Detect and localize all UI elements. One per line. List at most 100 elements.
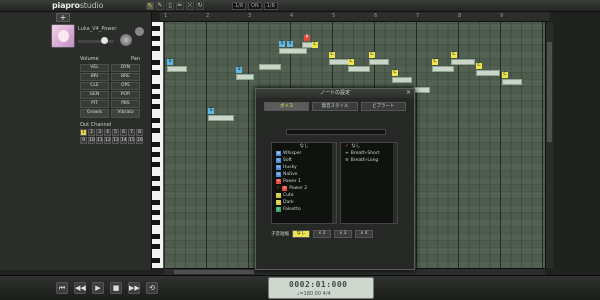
note-block[interactable] xyxy=(348,66,370,72)
midi-channel-button[interactable]: 15 xyxy=(128,137,135,144)
voice-list-item[interactable]: C Cute xyxy=(272,192,336,199)
param-dyn-button[interactable]: DYN xyxy=(111,64,140,72)
black-key[interactable] xyxy=(152,104,160,109)
black-key[interactable] xyxy=(152,60,160,65)
tab-voice[interactable]: ボイス xyxy=(264,102,310,111)
black-key[interactable] xyxy=(152,36,160,41)
breath-listbox[interactable]: ✓ なし ≈ Breath-Short ≋ Breath-Long xyxy=(340,142,398,224)
midi-channel-button[interactable]: 11 xyxy=(96,137,103,144)
measure-ruler[interactable]: 1 2 3 4 5 6 7 8 9 xyxy=(160,12,550,22)
stop-button[interactable]: ■ xyxy=(110,282,122,294)
note-block[interactable] xyxy=(432,66,454,72)
midi-channel-button[interactable]: 10 xyxy=(88,137,95,144)
vibrato-button[interactable]: Vibrato xyxy=(111,109,140,118)
midi-channel-button[interactable]: 13 xyxy=(112,137,119,144)
settings-knob-icon[interactable] xyxy=(135,27,144,36)
fast-forward-button[interactable]: ▶▶ xyxy=(128,282,140,294)
loop-button[interactable]: ⟲ xyxy=(146,282,158,294)
play-button[interactable]: ▶ xyxy=(92,282,104,294)
pencil-tool-button[interactable]: ✎ xyxy=(156,2,164,10)
black-key[interactable] xyxy=(152,128,160,133)
midi-channel-button[interactable]: 1 xyxy=(80,129,87,136)
pan-knob[interactable] xyxy=(120,34,132,46)
select-tool-button[interactable]: ▯ xyxy=(166,2,174,10)
length-select[interactable]: 1/8 xyxy=(263,2,278,10)
voice-list-header[interactable]: なし xyxy=(272,143,336,150)
breath-list-item[interactable]: ≈ Breath-Short xyxy=(341,150,397,157)
redo-tool-button[interactable]: ↻ xyxy=(196,2,204,10)
voice-list-item[interactable]: ✓ P Power 2 xyxy=(272,185,336,192)
param-por-button[interactable]: POR xyxy=(111,91,140,99)
breath-list-item[interactable]: ✓ なし xyxy=(341,143,397,150)
param-gen-button[interactable]: GEN xyxy=(80,91,109,99)
param-vel-button[interactable]: VEL xyxy=(80,64,109,72)
black-key[interactable] xyxy=(152,142,160,147)
singer-avatar[interactable] xyxy=(51,24,75,48)
voice-list-scrollbar[interactable] xyxy=(332,143,336,223)
growls-button[interactable]: Growls xyxy=(80,109,109,118)
voice-list-item[interactable]: W Whisper xyxy=(272,150,336,157)
midi-channel-button[interactable]: 4 xyxy=(104,129,111,136)
voice-list-item[interactable]: N Native xyxy=(272,171,336,178)
midi-channel-button[interactable]: 2 xyxy=(88,129,95,136)
voice-list-item[interactable]: P Power 1 xyxy=(272,178,336,185)
note-block[interactable] xyxy=(369,59,389,65)
note-block[interactable] xyxy=(451,59,475,65)
midi-channel-button[interactable]: 3 xyxy=(96,129,103,136)
draw-tool-button[interactable]: ✏ xyxy=(176,2,184,10)
volume-slider-track[interactable] xyxy=(78,40,114,43)
black-key[interactable] xyxy=(152,162,160,167)
dialog-title-bar[interactable]: ノートの設定 × xyxy=(256,89,414,98)
param-bre-button[interactable]: BRE xyxy=(111,73,140,81)
pointer-tool-button[interactable]: ↖ xyxy=(146,2,154,10)
black-key[interactable] xyxy=(152,258,160,263)
black-key[interactable] xyxy=(152,70,160,75)
param-bri-button[interactable]: BRI xyxy=(80,73,109,81)
midi-channel-button[interactable]: 16 xyxy=(136,137,143,144)
tab-pronunciation-style[interactable]: 発音スタイル xyxy=(312,102,358,111)
black-key[interactable] xyxy=(152,94,160,99)
black-key[interactable] xyxy=(152,234,160,239)
param-cle-button[interactable]: CLE xyxy=(80,82,109,90)
voice-list-item[interactable]: H Husky xyxy=(272,164,336,171)
rewind-to-start-button[interactable]: ⏮ xyxy=(56,282,68,294)
track-name[interactable]: Luka_V4_Power xyxy=(78,26,116,32)
volume-slider-knob[interactable] xyxy=(101,37,108,44)
note-block[interactable] xyxy=(208,115,234,121)
black-key[interactable] xyxy=(152,118,160,123)
subdivision-x4-button[interactable]: x 4 xyxy=(355,230,373,238)
param-pit-button[interactable]: PIT xyxy=(80,100,109,108)
close-icon[interactable]: × xyxy=(405,90,412,97)
black-key[interactable] xyxy=(152,186,160,191)
param-ope-button[interactable]: OPE xyxy=(111,82,140,90)
subdivision-none-button[interactable]: なし xyxy=(292,230,310,238)
note-block[interactable] xyxy=(502,79,522,85)
tab-vibrato[interactable]: ビブラート xyxy=(360,102,406,111)
breath-list-item[interactable]: ≋ Breath-Long xyxy=(341,157,397,164)
midi-channel-button[interactable]: 5 xyxy=(112,129,119,136)
vertical-scrollbar[interactable] xyxy=(545,22,553,268)
note-block[interactable] xyxy=(414,87,430,93)
voice-list-item[interactable]: F Falsetto xyxy=(272,206,336,213)
midi-channel-button[interactable]: 6 xyxy=(120,129,127,136)
black-key[interactable] xyxy=(152,26,160,31)
subdivision-x3-button[interactable]: x 3 xyxy=(334,230,352,238)
vertical-scroll-thumb[interactable] xyxy=(547,42,552,142)
midi-channel-button[interactable]: 8 xyxy=(136,129,143,136)
black-key[interactable] xyxy=(152,220,160,225)
voice-list-item[interactable]: S Soft xyxy=(272,157,336,164)
breath-list-scrollbar[interactable] xyxy=(393,143,397,223)
black-key[interactable] xyxy=(152,152,160,157)
black-key[interactable] xyxy=(152,244,160,249)
black-key[interactable] xyxy=(152,200,160,205)
black-key[interactable] xyxy=(152,46,160,51)
note-block[interactable] xyxy=(259,64,281,70)
midi-channel-button[interactable]: 7 xyxy=(128,129,135,136)
note-block[interactable] xyxy=(392,77,412,83)
subdivision-x2-button[interactable]: x 2 xyxy=(313,230,331,238)
rewind-button[interactable]: ◀◀ xyxy=(74,282,86,294)
note-block[interactable] xyxy=(279,48,307,54)
horizontal-scroll-thumb[interactable] xyxy=(174,270,254,274)
midi-channel-button[interactable]: 9 xyxy=(80,137,87,144)
erase-tool-button[interactable]: ⤫ xyxy=(186,2,194,10)
